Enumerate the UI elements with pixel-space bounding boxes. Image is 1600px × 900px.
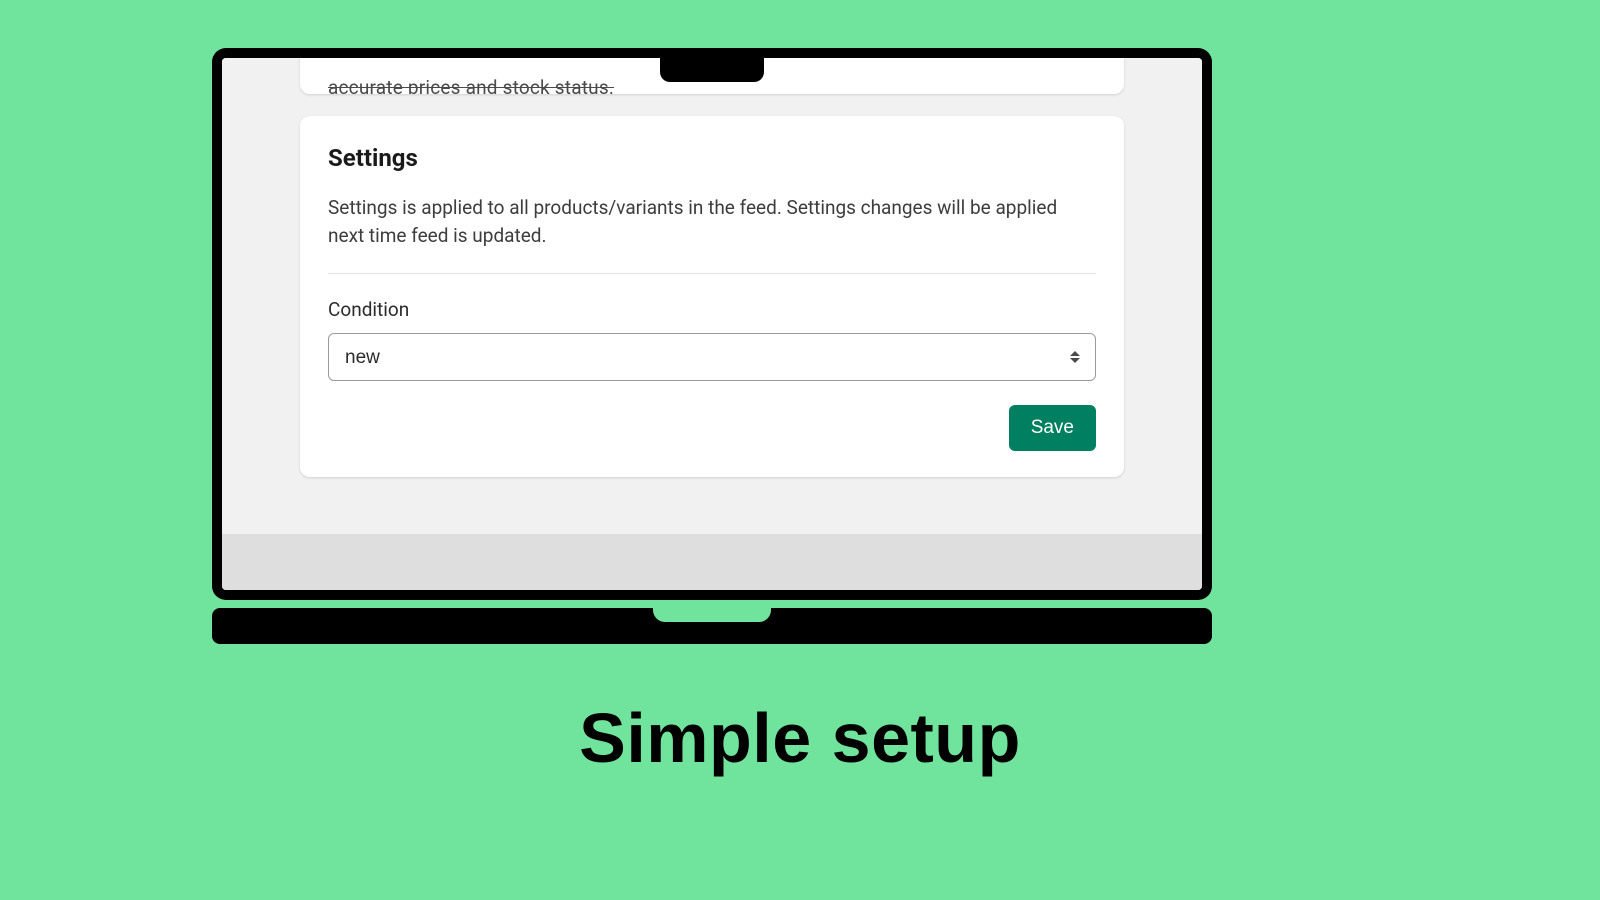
settings-description: Settings is applied to all products/vari… xyxy=(328,194,1096,249)
laptop-base-notch xyxy=(653,608,771,622)
save-button[interactable]: Save xyxy=(1009,405,1096,451)
condition-select[interactable]: new xyxy=(328,333,1096,381)
actions-row: Save xyxy=(328,405,1096,451)
laptop-mockup: accurate prices and stock status. Settin… xyxy=(212,48,1212,644)
laptop-base xyxy=(212,608,1212,644)
condition-label: Condition xyxy=(328,298,1096,321)
camera-notch xyxy=(660,58,764,82)
settings-card: Settings Settings is applied to all prod… xyxy=(300,116,1124,477)
divider xyxy=(328,273,1096,274)
caption-text: Simple setup xyxy=(579,699,1021,777)
screen: accurate prices and stock status. Settin… xyxy=(222,58,1202,590)
settings-title: Settings xyxy=(328,144,1096,172)
app-area: accurate prices and stock status. Settin… xyxy=(222,58,1202,534)
screen-bezel: accurate prices and stock status. Settin… xyxy=(212,48,1212,600)
condition-select-wrap: new xyxy=(328,333,1096,381)
info-card-partial-text: accurate prices and stock status. xyxy=(328,76,614,94)
screen-content: accurate prices and stock status. Settin… xyxy=(222,58,1202,590)
screen-bottom-strip xyxy=(222,534,1202,590)
caption: Simple setup xyxy=(0,698,1600,778)
